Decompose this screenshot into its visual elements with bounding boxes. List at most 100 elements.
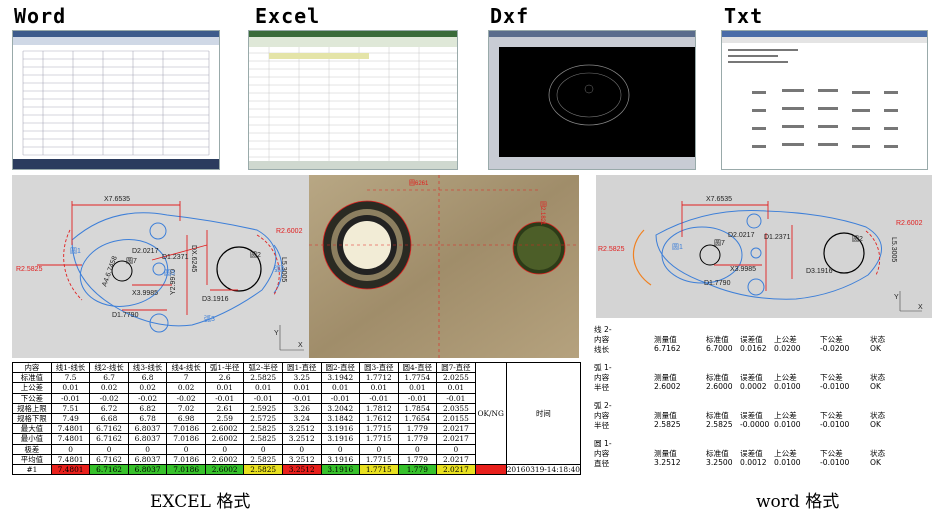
- value-cell: 2.5925: [243, 402, 283, 414]
- report-value: -0.0200: [820, 344, 850, 353]
- value-cell: 0: [397, 443, 438, 455]
- result-cell: 2.0217: [436, 463, 476, 476]
- cad-right-label-c2: 圆2: [852, 235, 863, 243]
- cad-left-label-x7: X7.6535: [104, 196, 130, 203]
- dxf-screenshot-thumbnail: [488, 30, 696, 170]
- value-cell: 2.5825: [243, 372, 283, 384]
- measurement-table-body: 内容 线1-线长 线2-线长 线3-线长 线4-线长 弧1-半径 弧2-半径 圆…: [12, 361, 582, 476]
- value-cell: 0: [89, 443, 129, 455]
- value-cell: 7.0186: [166, 433, 206, 445]
- txt-screenshot-thumbnail: [721, 30, 928, 170]
- cad-left-label-x3: X3.9985: [132, 290, 158, 297]
- table-header-cell: 圆4-直径: [397, 361, 438, 374]
- row-label-cell: 规格下限: [12, 412, 52, 425]
- value-cell: 3.25: [281, 372, 322, 384]
- row-label-cell: 上公差: [12, 382, 52, 394]
- cad-right-label-c7: 圆7: [714, 239, 725, 247]
- cad-measurement-drawing-left: X7.6535 D2.0217 D1.2371 DX.6245 R2.5825 …: [12, 175, 309, 358]
- table-header-cell: 圆3-直径: [359, 361, 399, 374]
- value-cell: 7.5: [50, 372, 91, 384]
- result-cell: 3.2512: [281, 463, 322, 476]
- value-cell: 6.7162: [89, 453, 129, 465]
- report-value: 2.6002: [654, 382, 681, 391]
- value-cell: 1.7712: [359, 372, 399, 384]
- report-item-name: 半径: [594, 383, 610, 392]
- time-value-cell: 20160319-14:18:40: [505, 463, 582, 476]
- value-cell: 1.7715: [359, 433, 399, 445]
- value-cell: 7: [166, 372, 206, 384]
- value-cell: 2.6: [204, 372, 245, 384]
- report-value: 0.0100: [774, 458, 801, 467]
- word-screenshot-thumbnail: [12, 30, 220, 170]
- value-cell: 6.8037: [127, 433, 168, 445]
- cad-right-label-d1-2371: D1.2371: [764, 234, 791, 241]
- value-cell: 0.02: [89, 382, 129, 394]
- value-cell: 1.7715: [359, 423, 399, 435]
- table-header-cell: 内容: [12, 361, 52, 374]
- value-cell: 3.1916: [320, 423, 361, 435]
- report-value: 2.6000: [706, 382, 733, 391]
- report-value: 0.0200: [774, 344, 801, 353]
- row-label-cell: 标准值: [12, 372, 52, 384]
- value-cell: 0: [281, 443, 322, 455]
- value-cell: 6.7: [89, 372, 129, 384]
- micro-label-b: 圆2.1821: [539, 201, 546, 226]
- cad-left-label-d1-2371: D1.2371: [162, 254, 189, 261]
- value-cell: 6.8037: [127, 423, 168, 435]
- value-cell: 1.7854: [397, 402, 438, 414]
- report-item-name: 直径: [594, 459, 610, 468]
- row-label-cell: 极差: [12, 443, 52, 455]
- word-report: 线 2- 内容 线长 测量值 标准值 误差值 上公差 下公差 状态 6.7162 6.7000 0.0…: [594, 322, 932, 472]
- cad-right-label-x: X: [918, 304, 923, 311]
- row-label-cell: #1: [12, 463, 52, 476]
- microscope-photo: 圆6261 圆2.1821: [309, 175, 579, 358]
- caption-excel-format: EXCEL 格式: [150, 492, 251, 512]
- value-cell: 6.7162: [89, 423, 129, 435]
- report-value: OK: [870, 420, 881, 429]
- value-cell: -0.01: [281, 392, 322, 404]
- report-value: 3.2512: [654, 458, 681, 467]
- cad-left-label-r2-5825: R2.5825: [16, 266, 43, 273]
- value-cell: -0.02: [166, 392, 206, 404]
- value-cell: 2.6002: [204, 423, 245, 435]
- value-cell: -0.01: [397, 392, 438, 404]
- value-cell: 1.779: [397, 433, 438, 445]
- value-cell: 2.6002: [204, 433, 245, 445]
- value-cell: 6.8: [127, 372, 168, 384]
- table-header-cell: 圆1-直径: [281, 361, 322, 374]
- value-cell: 2.6002: [204, 453, 245, 465]
- report-item-name: 半径: [594, 421, 610, 430]
- report-value: OK: [870, 458, 881, 467]
- value-cell: 6.98: [166, 412, 206, 425]
- value-cell: 6.78: [127, 412, 168, 425]
- value-cell: 3.1916: [320, 453, 361, 465]
- cad-right-label-r2-5825: R2.5825: [598, 246, 625, 253]
- ok-ng-header: OK/NG: [474, 362, 507, 465]
- cad-right-label-d1-7790: D1.7790: [704, 280, 731, 287]
- report-value: -0.0100: [820, 420, 850, 429]
- value-cell: 3.26: [281, 402, 322, 414]
- report-value: 2.5825: [706, 420, 733, 429]
- value-cell: 2.5825: [243, 453, 283, 465]
- heading-excel: Excel: [255, 4, 321, 28]
- dxf-window-image: [489, 31, 695, 169]
- heading-txt: Txt: [724, 4, 764, 28]
- report-value: 0.0162: [740, 344, 767, 353]
- table-result-row: #1 7.4801 6.7162 6.8037 7.0186 2.6002 2.5825 3.…: [12, 463, 582, 476]
- value-cell: 7.0186: [166, 453, 206, 465]
- report-item-name: 线长: [594, 345, 610, 354]
- value-cell: 3.1942: [320, 372, 361, 384]
- value-cell: -0.01: [204, 392, 245, 404]
- report-value: 2.5825: [654, 420, 681, 429]
- value-cell: 6.68: [89, 412, 129, 425]
- cad-right-label-d2: D2.0217: [728, 232, 755, 239]
- result-cell: 7.4801: [50, 463, 91, 476]
- txt-window-image: [722, 31, 927, 148]
- cad-right-label-x3: X3.9985: [730, 266, 756, 273]
- report-value: 0.0100: [774, 382, 801, 391]
- cad-left-label-x: X: [298, 342, 303, 349]
- value-cell: 0.01: [359, 382, 399, 394]
- cad-left-label-a: A4.6.7458: [101, 255, 119, 287]
- value-cell: 0.02: [127, 382, 168, 394]
- time-header: 时间: [505, 362, 582, 465]
